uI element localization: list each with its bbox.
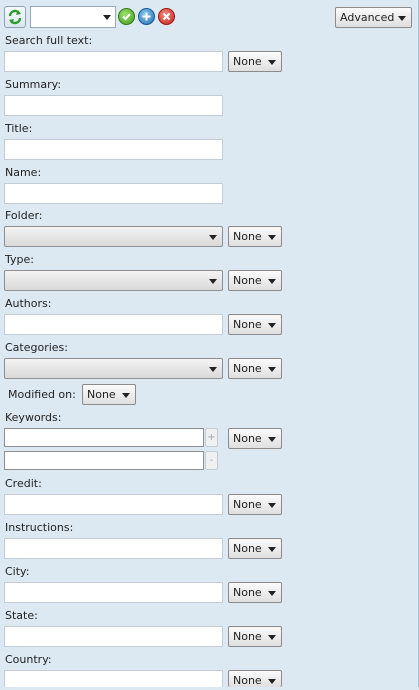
chevron-down-icon: [209, 367, 217, 372]
type-select[interactable]: [4, 270, 223, 291]
categories-select[interactable]: [4, 358, 223, 379]
state-input[interactable]: [4, 626, 223, 647]
remove-keyword-button[interactable]: -: [205, 451, 218, 470]
instructions-operator[interactable]: None: [228, 538, 282, 559]
search-full-text-operator[interactable]: None: [228, 51, 282, 72]
authors-input[interactable]: [4, 314, 223, 335]
name-input[interactable]: [4, 183, 223, 204]
keywords-operator[interactable]: None: [228, 428, 282, 449]
name-label: Name:: [5, 166, 42, 179]
country-label: Country:: [5, 653, 52, 666]
saved-search-select[interactable]: [30, 6, 116, 28]
chevron-down-icon: [268, 679, 276, 684]
modified-on-operator[interactable]: None: [82, 384, 136, 405]
credit-label: Credit:: [5, 477, 42, 490]
keyword-input-1[interactable]: [4, 428, 204, 447]
categories-label: Categories:: [5, 341, 68, 354]
folder-label: Folder:: [5, 209, 43, 222]
refresh-icon: [8, 9, 22, 25]
summary-label: Summary:: [5, 78, 62, 91]
chevron-down-icon: [268, 367, 276, 372]
summary-input[interactable]: [4, 95, 223, 116]
chevron-down-icon: [122, 393, 130, 398]
search-full-text-input[interactable]: [4, 51, 223, 72]
operator-value: None: [233, 318, 262, 331]
authors-label: Authors:: [5, 297, 52, 310]
title-input[interactable]: [4, 139, 223, 160]
chevron-down-icon: [103, 15, 111, 20]
operator-value: None: [233, 630, 262, 643]
chevron-down-icon: [209, 235, 217, 240]
chevron-down-icon: [268, 635, 276, 640]
operator-value: None: [233, 432, 262, 445]
state-label: State:: [5, 609, 38, 622]
plus-icon: [142, 12, 151, 21]
city-operator[interactable]: None: [228, 582, 282, 603]
instructions-input[interactable]: [4, 538, 223, 559]
add-search-button[interactable]: [138, 8, 155, 25]
chevron-down-icon: [268, 503, 276, 508]
folder-select[interactable]: [4, 226, 223, 247]
operator-value: None: [233, 498, 262, 511]
folder-operator[interactable]: None: [228, 226, 282, 247]
operator-value: None: [233, 362, 262, 375]
chevron-down-icon: [268, 323, 276, 328]
advanced-dropdown[interactable]: Advanced: [335, 7, 412, 28]
type-operator[interactable]: None: [228, 270, 282, 291]
authors-operator[interactable]: None: [228, 314, 282, 335]
operator-value: None: [233, 586, 262, 599]
operator-value: None: [233, 542, 262, 555]
chevron-down-icon: [268, 60, 276, 65]
chevron-down-icon: [209, 279, 217, 284]
search-panel: Advanced Search full text: None Summary:…: [0, 0, 419, 687]
city-input[interactable]: [4, 582, 223, 603]
keyword-input-2[interactable]: [4, 451, 204, 470]
check-icon: [122, 13, 131, 21]
title-label: Title:: [5, 122, 33, 135]
operator-value: None: [87, 388, 116, 401]
operator-value: None: [233, 674, 262, 687]
operator-value: None: [233, 274, 262, 287]
country-input[interactable]: [4, 670, 223, 687]
chevron-down-icon: [268, 235, 276, 240]
chevron-down-icon: [268, 279, 276, 284]
country-operator[interactable]: None: [228, 670, 282, 687]
credit-operator[interactable]: None: [228, 494, 282, 515]
keywords-label: Keywords:: [5, 411, 62, 424]
chevron-down-icon: [398, 16, 406, 21]
add-keyword-button[interactable]: +: [205, 428, 218, 447]
chevron-down-icon: [268, 437, 276, 442]
operator-value: None: [233, 230, 262, 243]
instructions-label: Instructions:: [5, 521, 74, 534]
advanced-label: Advanced: [340, 11, 395, 24]
chevron-down-icon: [268, 547, 276, 552]
chevron-down-icon: [268, 591, 276, 596]
operator-value: None: [233, 55, 262, 68]
delete-search-button[interactable]: [158, 8, 175, 25]
credit-input[interactable]: [4, 494, 223, 515]
modified-on-label: Modified on:: [8, 388, 76, 401]
type-label: Type:: [5, 253, 34, 266]
close-icon: [162, 12, 171, 21]
city-label: City:: [5, 565, 30, 578]
apply-search-button[interactable]: [118, 8, 135, 25]
categories-operator[interactable]: None: [228, 358, 282, 379]
state-operator[interactable]: None: [228, 626, 282, 647]
search-full-text-label: Search full text:: [5, 34, 93, 47]
refresh-button[interactable]: [4, 6, 26, 28]
